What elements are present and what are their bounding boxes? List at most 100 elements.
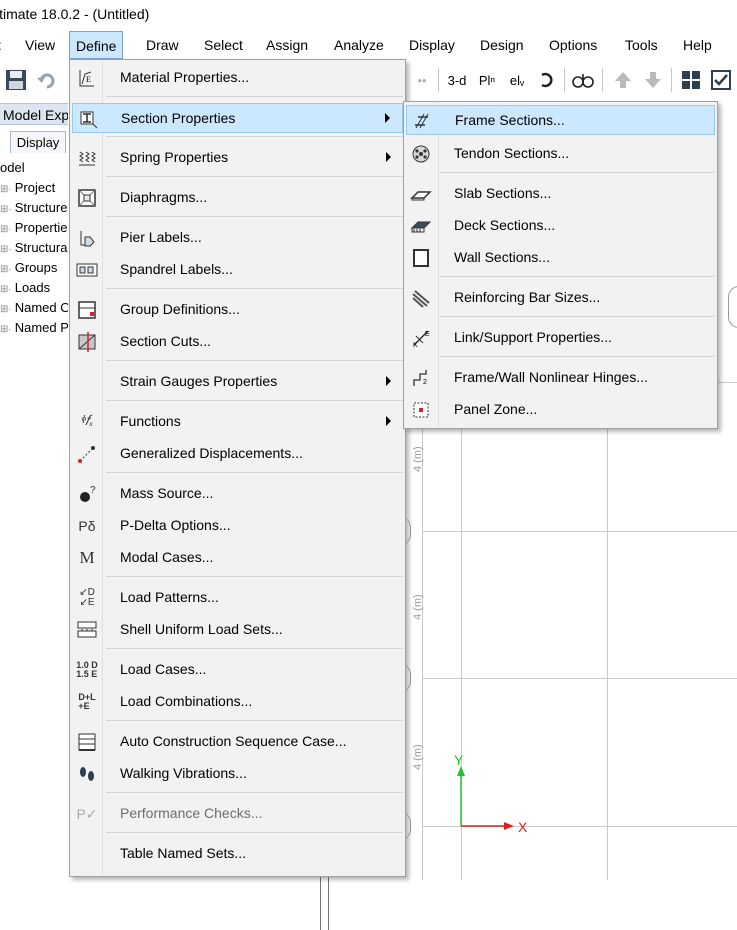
menu-item-tendon-sections[interactable]: Tendon Sections... <box>406 139 715 169</box>
define-menu: E Material Properties... Section Propert… <box>69 59 406 877</box>
expand-icon[interactable]: ⊞· <box>0 324 12 335</box>
menu-item-pdelta-options[interactable]: Pδ P-Delta Options... <box>72 511 403 541</box>
menu-item-slab-sections[interactable]: Slab Sections... <box>406 179 715 209</box>
grid-line <box>422 531 737 532</box>
tree-item-structural[interactable]: ⊞· Structural <box>0 238 68 258</box>
grid-icon[interactable] <box>678 68 704 92</box>
save-icon[interactable] <box>3 68 29 92</box>
menu-item-wall-sections[interactable]: Wall Sections... <box>406 243 715 273</box>
hinge-icon: 2 <box>409 366 433 390</box>
menu-item-table-named-sets[interactable]: Table Named Sets... <box>72 839 403 869</box>
plan-view-button[interactable]: Plⁿ <box>474 68 500 92</box>
menu-define[interactable]: Define <box>69 31 124 59</box>
menu-item-load-cases[interactable]: 1.0 D 1.5 E Load Cases... <box>72 655 403 685</box>
modal-icon: M <box>79 548 95 567</box>
tab-display[interactable]: Display <box>10 131 66 153</box>
link-icon: EK <box>409 326 433 350</box>
menu-fragment: : <box>0 37 2 53</box>
group-icon <box>75 298 99 322</box>
menu-tools[interactable]: Tools <box>625 37 658 53</box>
menu-item-label: Load Patterns... <box>120 589 219 605</box>
menu-item-deck-sections[interactable]: Deck Sections... <box>406 211 715 241</box>
menu-item-label: Pier Labels... <box>120 229 202 245</box>
menu-draw[interactable]: Draw <box>146 37 179 53</box>
expand-icon[interactable]: ⊞· <box>0 244 12 255</box>
tree-item-structure[interactable]: ⊞· Structure <box>0 198 68 218</box>
menu-item-material-properties[interactable]: E Material Properties... <box>72 63 403 93</box>
menu-item-section-properties[interactable]: Section Properties <box>72 103 403 133</box>
expand-icon[interactable]: ⊞· <box>0 224 12 235</box>
menu-item-reinforcing-bar-sizes[interactable]: Reinforcing Bar Sizes... <box>406 283 715 313</box>
menu-item-pier-labels[interactable]: Pier Labels... <box>72 223 403 253</box>
tree-item-project[interactable]: ⊞· Project <box>0 178 68 198</box>
menu-item-auto-construction-sequence[interactable]: Auto Construction Sequence Case... <box>72 727 403 757</box>
glasses-icon[interactable] <box>570 68 596 92</box>
expand-icon[interactable]: ⊞· <box>0 204 12 215</box>
tree-item-named-pl[interactable]: ⊞· Named Pl <box>0 318 68 338</box>
tree-item-named-o[interactable]: ⊞· Named O <box>0 298 68 318</box>
expand-icon[interactable]: ⊞· <box>0 184 12 195</box>
view-3d-button[interactable]: 3-d <box>444 68 470 92</box>
menu-item-label: Load Cases... <box>120 661 207 677</box>
menu-assign[interactable]: Assign <box>266 37 308 53</box>
tree-item-groups[interactable]: ⊞· Groups <box>0 258 68 278</box>
menu-item-link-support-properties[interactable]: EK Link/Support Properties... <box>406 323 715 353</box>
pointer-icon[interactable]: •• <box>410 68 434 92</box>
check-icon[interactable] <box>708 68 734 92</box>
spring-icon <box>75 146 99 170</box>
svg-text:2: 2 <box>423 379 427 386</box>
move-up-icon[interactable] <box>610 68 636 92</box>
model-explorer-title: Model Exp <box>0 103 68 125</box>
expand-icon[interactable]: ⊞· <box>0 284 12 295</box>
move-down-icon[interactable] <box>640 68 666 92</box>
menu-item-label: Wall Sections... <box>454 249 550 265</box>
menu-item-spring-properties[interactable]: Spring Properties <box>72 143 403 173</box>
grid-line <box>422 678 737 679</box>
menu-item-generalized-displacements[interactable]: Generalized Displacements... <box>72 439 403 469</box>
performance-icon: P✓ <box>76 805 98 822</box>
menu-select[interactable]: Select <box>204 37 243 53</box>
tree-item-model[interactable]: odel <box>0 158 68 178</box>
menu-item-frame-sections[interactable]: Frame Sections... <box>406 105 715 135</box>
splitter-line <box>320 876 321 930</box>
tree-item-loads[interactable]: ⊞· Loads <box>0 278 68 298</box>
menu-item-modal-cases[interactable]: M Modal Cases... <box>72 543 403 573</box>
menu-item-mass-source[interactable]: ? Mass Source... <box>72 479 403 509</box>
expand-icon[interactable]: ⊞· <box>0 264 12 275</box>
menu-item-performance-checks[interactable]: P✓ Performance Checks... <box>72 799 403 829</box>
menu-item-group-definitions[interactable]: Group Definitions... <box>72 295 403 325</box>
dimension-label: 4 (m) <box>412 446 424 472</box>
elevation-view-button[interactable]: elᵥ <box>504 68 530 92</box>
menu-view[interactable]: View <box>25 37 55 53</box>
wall-icon <box>409 246 433 270</box>
svg-text:?: ? <box>90 485 96 496</box>
menu-item-panel-zone[interactable]: Panel Zone... <box>406 395 715 425</box>
menu-item-functions[interactable]: ᶲ𝑓ₓ Functions <box>72 407 403 437</box>
menu-item-shell-uniform-load-sets[interactable]: Shell Uniform Load Sets... <box>72 615 403 645</box>
expand-icon[interactable]: ⊞· <box>0 304 12 315</box>
undo-icon[interactable] <box>33 68 59 92</box>
axis-y-label: Y <box>454 752 464 768</box>
menu-item-section-cuts[interactable]: Section Cuts... <box>72 327 403 357</box>
menu-analyze[interactable]: Analyze <box>334 37 384 53</box>
tree-item-label: Loads <box>14 280 51 295</box>
frame-section-icon <box>410 109 434 133</box>
menu-design[interactable]: Design <box>480 37 524 53</box>
menu-item-spandrel-labels[interactable]: Spandrel Labels... <box>72 255 403 285</box>
material-icon: E <box>75 66 99 90</box>
menu-item-diaphragms[interactable]: Diaphragms... <box>72 183 403 213</box>
rotate-icon[interactable] <box>534 68 560 92</box>
tree-item-label: Named Pl <box>14 320 68 335</box>
menu-item-nonlinear-hinges[interactable]: 2 Frame/Wall Nonlinear Hinges... <box>406 363 715 393</box>
spandrel-icon <box>75 258 99 282</box>
menu-help[interactable]: Help <box>683 37 712 53</box>
menu-item-walking-vibrations[interactable]: Walking Vibrations... <box>72 759 403 789</box>
menu-item-load-patterns[interactable]: ↙D ↙E Load Patterns... <box>72 583 403 613</box>
tree-item-properties[interactable]: ⊞·Properties <box>0 218 68 238</box>
menu-options[interactable]: Options <box>549 37 597 53</box>
submenu-arrow-icon <box>385 113 390 123</box>
menu-display[interactable]: Display <box>409 37 455 53</box>
menu-item-strain-gauges[interactable]: Strain Gauges Properties <box>72 367 403 397</box>
menu-bar: : View Define Draw Select Assign Analyze… <box>0 31 737 59</box>
menu-item-load-combinations[interactable]: D+L +E Load Combinations... <box>72 687 403 717</box>
